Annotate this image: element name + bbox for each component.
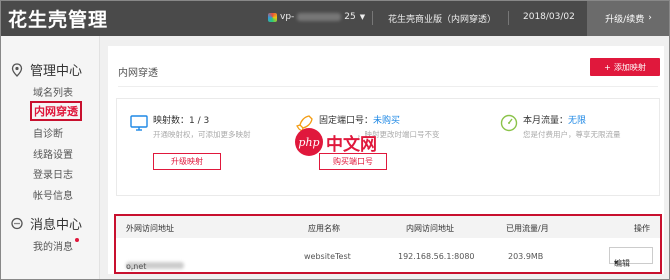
- table-header: 外网访问地址 应用名称 内网访问地址 已用流量/月 操作: [116, 216, 660, 238]
- host-suffix: 25: [344, 12, 356, 22]
- traffic: 本月流量：无限: [523, 113, 586, 126]
- monitor-icon: [130, 115, 148, 131]
- card-mappings: 映射数：1 / 3 开通映射权，可添加更多映射 升级映射: [129, 99, 289, 195]
- chevron-right-icon: ›: [648, 13, 652, 23]
- location-icon: [11, 62, 23, 77]
- col-app-name: 应用名称: [308, 224, 340, 233]
- host-gem-icon: [268, 12, 277, 22]
- app-title: 花生壳管理: [8, 9, 109, 31]
- chat-icon: [11, 217, 23, 229]
- caret-down-icon: ▾: [614, 258, 619, 267]
- page-title: 内网穿透: [118, 68, 158, 79]
- gauge-icon: [500, 114, 518, 132]
- sidebar-item-login-log[interactable]: 登录日志: [33, 166, 73, 181]
- fixed-port: 固定端口号：未购买: [319, 113, 400, 126]
- add-mapping-label: 添加映射: [613, 62, 646, 72]
- col-actions: 操作: [634, 224, 650, 233]
- col-external-address: 外网访问地址: [126, 224, 174, 233]
- summary-cards: 映射数：1 / 3 开通映射权，可添加更多映射 升级映射 固定端口号：未购买 ，…: [116, 98, 660, 196]
- top-bar: 花生壳管理 vp- 25 ▼ 花生壳商业版（内网穿透） 2018/03/02 升…: [0, 0, 670, 36]
- main-area: 内网穿透 + 添加映射 映射数：1 / 3 开通映射权，可添加更多映射 升级映射…: [100, 36, 670, 280]
- divider: [372, 11, 373, 25]
- fixed-port-value[interactable]: 未购买: [373, 116, 400, 126]
- section-title: 管理中心: [30, 64, 83, 79]
- content-panel: 内网穿透 + 添加映射 映射数：1 / 3 开通映射权，可添加更多映射 升级映射…: [108, 46, 664, 274]
- traffic-desc: 您是付费用户，尊享无限流量: [523, 130, 621, 139]
- watermark-logo: php: [295, 128, 323, 156]
- unread-dot: [75, 238, 79, 242]
- plus-icon: +: [604, 62, 611, 72]
- col-lan-address: 内网访问地址: [406, 224, 454, 233]
- table-row: vp-o.net websiteTest 192.168.56.1:8080 2…: [116, 242, 660, 271]
- address-suffix: o.net: [126, 262, 147, 271]
- site-watermark: php 中文网: [295, 128, 377, 156]
- renew-label: 升级/续费: [605, 14, 645, 25]
- mapping-count: 映射数：1 / 3: [153, 113, 209, 126]
- traffic-value: 无限: [568, 116, 587, 126]
- add-mapping-button[interactable]: + 添加映射: [590, 58, 660, 76]
- sidebar-item-lines[interactable]: 线路设置: [33, 146, 73, 161]
- app-name: websiteTest: [304, 252, 351, 261]
- section-manage: 管理中心: [10, 60, 82, 79]
- edition-label: 花生壳商业版（内网穿透）: [388, 15, 497, 25]
- mapping-count-label: 映射数：: [153, 116, 190, 126]
- section-messages: 消息中心: [10, 214, 82, 233]
- host-selector[interactable]: vp- 25 ▼: [268, 12, 365, 22]
- sidebar-item-intranet[interactable]: 内网穿透: [30, 101, 82, 121]
- card-traffic: 本月流量：无限 您是付费用户，尊享无限流量: [499, 99, 659, 195]
- upgrade-mapping-button[interactable]: 升级映射: [153, 153, 221, 170]
- sidebar-item-diagnose[interactable]: 自诊断: [33, 125, 63, 140]
- chevron-down-icon: ▼: [359, 13, 366, 21]
- sidebar-item-label: 我的消息: [33, 242, 73, 253]
- divider: [118, 86, 658, 87]
- sidebar-item-my-messages[interactable]: 我的消息: [33, 238, 79, 253]
- action-select[interactable]: 编辑 ▾: [609, 247, 653, 268]
- traffic-label: 本月流量：: [523, 116, 569, 126]
- traffic-used: 203.9MB: [508, 252, 544, 261]
- fixed-port-label: 固定端口号：: [319, 116, 374, 126]
- sidebar: 管理中心 域名列表 内网穿透 自诊断 线路设置 登录日志 帐号信息 消息中心 我…: [0, 36, 100, 280]
- lan-address: 192.168.56.1:8080: [398, 252, 475, 261]
- section-title: 消息中心: [30, 218, 83, 233]
- expire-date: 2018/03/02: [523, 12, 575, 22]
- host-redacted: [297, 13, 342, 21]
- renew-button[interactable]: 升级/续费 ›: [587, 0, 670, 36]
- watermark-text: 中文网: [326, 134, 377, 155]
- sidebar-item-account[interactable]: 帐号信息: [33, 187, 73, 202]
- mapping-count-value: 1 / 3: [189, 116, 210, 126]
- divider: [508, 11, 509, 25]
- col-traffic: 已用流量/月: [506, 224, 549, 233]
- mapping-table: 外网访问地址 应用名称 内网访问地址 已用流量/月 操作 vp-o.net we…: [114, 214, 662, 274]
- sidebar-item-domains[interactable]: 域名列表: [33, 84, 73, 99]
- host-prefix: vp-: [280, 12, 295, 22]
- mapping-desc: 开通映射权，可添加更多映射: [153, 130, 251, 139]
